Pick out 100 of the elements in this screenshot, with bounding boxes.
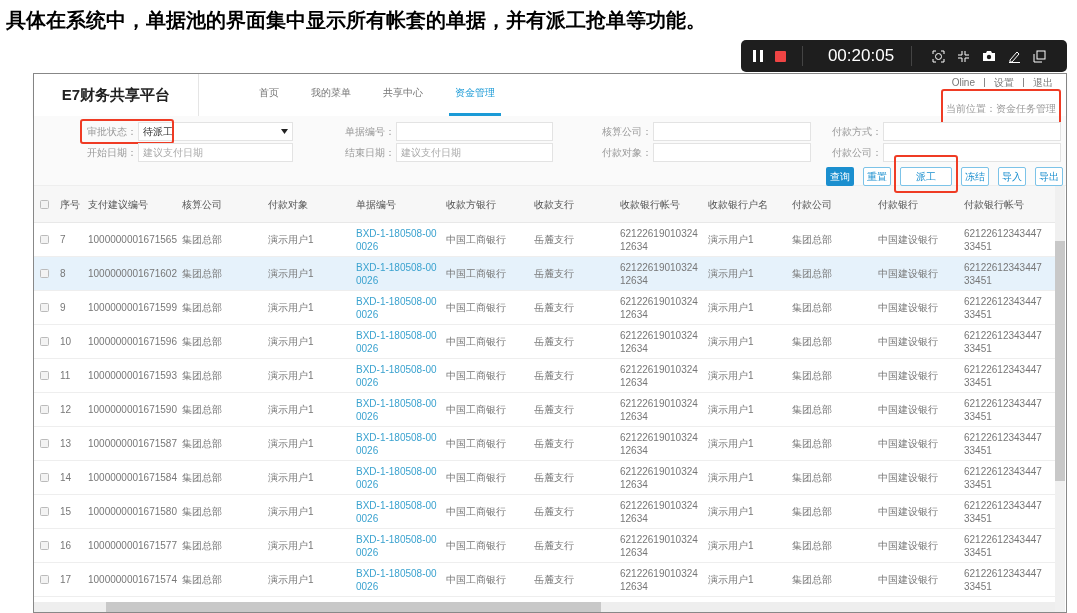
- table-cell: 集团总部: [792, 404, 832, 415]
- checkbox[interactable]: [40, 405, 49, 414]
- document-link[interactable]: BXD-1-180508-000026: [356, 430, 438, 457]
- text-field[interactable]: [883, 143, 1061, 162]
- document-link[interactable]: BXD-1-180508-000026: [356, 498, 438, 525]
- shrink-icon[interactable]: [957, 49, 970, 63]
- filter-label: 付款对象：: [601, 146, 653, 160]
- column-header[interactable]: 收款支行: [534, 196, 574, 212]
- table-cell: 演示用户1: [708, 540, 754, 551]
- table-cell: 中国建设银行: [878, 336, 938, 347]
- nav-tab[interactable]: 共享中心: [377, 74, 429, 116]
- column-header[interactable]: 收款银行帐号: [620, 196, 680, 212]
- table-cell: 9: [60, 302, 66, 313]
- column-header[interactable]: 序号: [60, 196, 80, 212]
- table-cell: 演示用户1: [268, 302, 314, 313]
- table-cell: 1000000001671580: [88, 506, 177, 517]
- table-cell: 中国建设银行: [878, 404, 938, 415]
- checkbox[interactable]: [40, 199, 49, 209]
- checkbox[interactable]: [40, 575, 49, 584]
- table-cell: 岳麓支行: [534, 268, 574, 279]
- document-link[interactable]: BXD-1-180508-000026: [356, 260, 438, 287]
- checkbox[interactable]: [40, 541, 49, 550]
- header-link[interactable]: 设置: [991, 74, 1017, 90]
- table-cell-text: 6212261901032412634: [620, 396, 699, 423]
- checkbox[interactable]: [40, 269, 49, 278]
- header-link[interactable]: Oline: [948, 74, 978, 90]
- table-cell: 岳麓支行: [534, 574, 574, 585]
- table-cell: 中国工商银行: [446, 370, 506, 381]
- toolbar-button[interactable]: 导出: [1035, 167, 1063, 186]
- nav-tab[interactable]: 我的菜单: [305, 74, 357, 116]
- text-field[interactable]: [653, 122, 811, 141]
- table-cell-text: 6212261901032412634: [620, 464, 699, 491]
- column-header[interactable]: 核算公司: [182, 196, 222, 212]
- table-cell: 1000000001671593: [88, 370, 177, 381]
- toolbar-button[interactable]: 派工: [900, 167, 952, 186]
- table-cell: 1000000001671565: [88, 234, 177, 245]
- column-header[interactable]: 支付建议编号: [88, 196, 148, 212]
- table-cell: 岳麓支行: [534, 404, 574, 415]
- column-header[interactable]: 付款银行: [878, 196, 918, 212]
- table-cell: 岳麓支行: [534, 302, 574, 313]
- text-field[interactable]: [396, 122, 553, 141]
- toolbar-button[interactable]: 导入: [998, 167, 1026, 186]
- nav-tab[interactable]: 首页: [253, 74, 285, 116]
- horizontal-scrollbar[interactable]: [34, 602, 1055, 612]
- table-cell: 14: [60, 472, 72, 483]
- toolbar-button[interactable]: 查询: [826, 167, 854, 186]
- checkbox[interactable]: [40, 439, 49, 448]
- camera-icon[interactable]: [982, 50, 996, 62]
- checkbox[interactable]: [40, 371, 49, 380]
- column-header[interactable]: 收款银行户名: [708, 196, 768, 212]
- checkbox[interactable]: [40, 235, 49, 244]
- table-cell: 岳麓支行: [534, 336, 574, 347]
- column-header[interactable]: 付款银行帐号: [964, 196, 1024, 212]
- document-link[interactable]: BXD-1-180508-000026: [356, 566, 438, 593]
- table-cell: 中国工商银行: [446, 506, 506, 517]
- document-link[interactable]: BXD-1-180508-000026: [356, 294, 438, 321]
- document-link[interactable]: BXD-1-180508-000026: [356, 532, 438, 559]
- document-link[interactable]: BXD-1-180508-000026: [356, 396, 438, 423]
- table-cell: 中国工商银行: [446, 438, 506, 449]
- document-link[interactable]: BXD-1-180508-000026: [356, 464, 438, 491]
- header-link[interactable]: 退出: [1030, 74, 1056, 90]
- target-icon[interactable]: [932, 49, 945, 63]
- table-cell: 演示用户1: [708, 302, 754, 313]
- column-header[interactable]: 单据编号: [356, 196, 396, 212]
- column-header[interactable]: 付款对象: [268, 196, 308, 212]
- table-cell: 集团总部: [792, 506, 832, 517]
- status-dropdown[interactable]: 待派工: [138, 122, 293, 141]
- toolbar-button[interactable]: 冻结: [961, 167, 989, 186]
- checkbox[interactable]: [40, 473, 49, 482]
- table-cell: 演示用户1: [708, 438, 754, 449]
- table-cell: 6212261234344733451: [964, 362, 1042, 389]
- table-cell: 中国建设银行: [878, 234, 938, 245]
- stop-icon[interactable]: [775, 50, 786, 62]
- table-cell: 中国工商银行: [446, 268, 506, 279]
- text-field[interactable]: [883, 122, 1061, 141]
- document-link[interactable]: BXD-1-180508-000026: [356, 328, 438, 355]
- table-cell: 1000000001671574: [88, 574, 177, 585]
- window-icon[interactable]: [1033, 49, 1046, 63]
- text-field[interactable]: [653, 143, 811, 162]
- table-cell: 13: [60, 438, 72, 449]
- checkbox[interactable]: [40, 337, 49, 346]
- table-cell: 演示用户1: [268, 336, 314, 347]
- table-cell: 演示用户1: [268, 506, 314, 517]
- checkbox[interactable]: [40, 507, 49, 516]
- table-cell: 集团总部: [182, 438, 222, 449]
- app-logo: E7财务共享平台: [61, 84, 171, 105]
- table-cell: 1000000001671577: [88, 540, 177, 551]
- toolbar-button[interactable]: 重置: [863, 167, 891, 186]
- table-cell: 演示用户1: [268, 438, 314, 449]
- table-cell: 中国工商银行: [446, 336, 506, 347]
- document-link[interactable]: BXD-1-180508-000026: [356, 362, 438, 389]
- document-link[interactable]: BXD-1-180508-000026: [356, 226, 438, 253]
- vertical-scrollbar[interactable]: [1055, 186, 1065, 612]
- table-cell: 集团总部: [792, 234, 832, 245]
- pause-icon[interactable]: [753, 50, 763, 62]
- checkbox[interactable]: [40, 303, 49, 312]
- table-cell: 6212261234344733451: [964, 532, 1042, 559]
- pen-icon[interactable]: [1008, 49, 1021, 63]
- column-header[interactable]: 收款方银行: [446, 196, 496, 212]
- column-header[interactable]: 付款公司: [792, 196, 832, 212]
